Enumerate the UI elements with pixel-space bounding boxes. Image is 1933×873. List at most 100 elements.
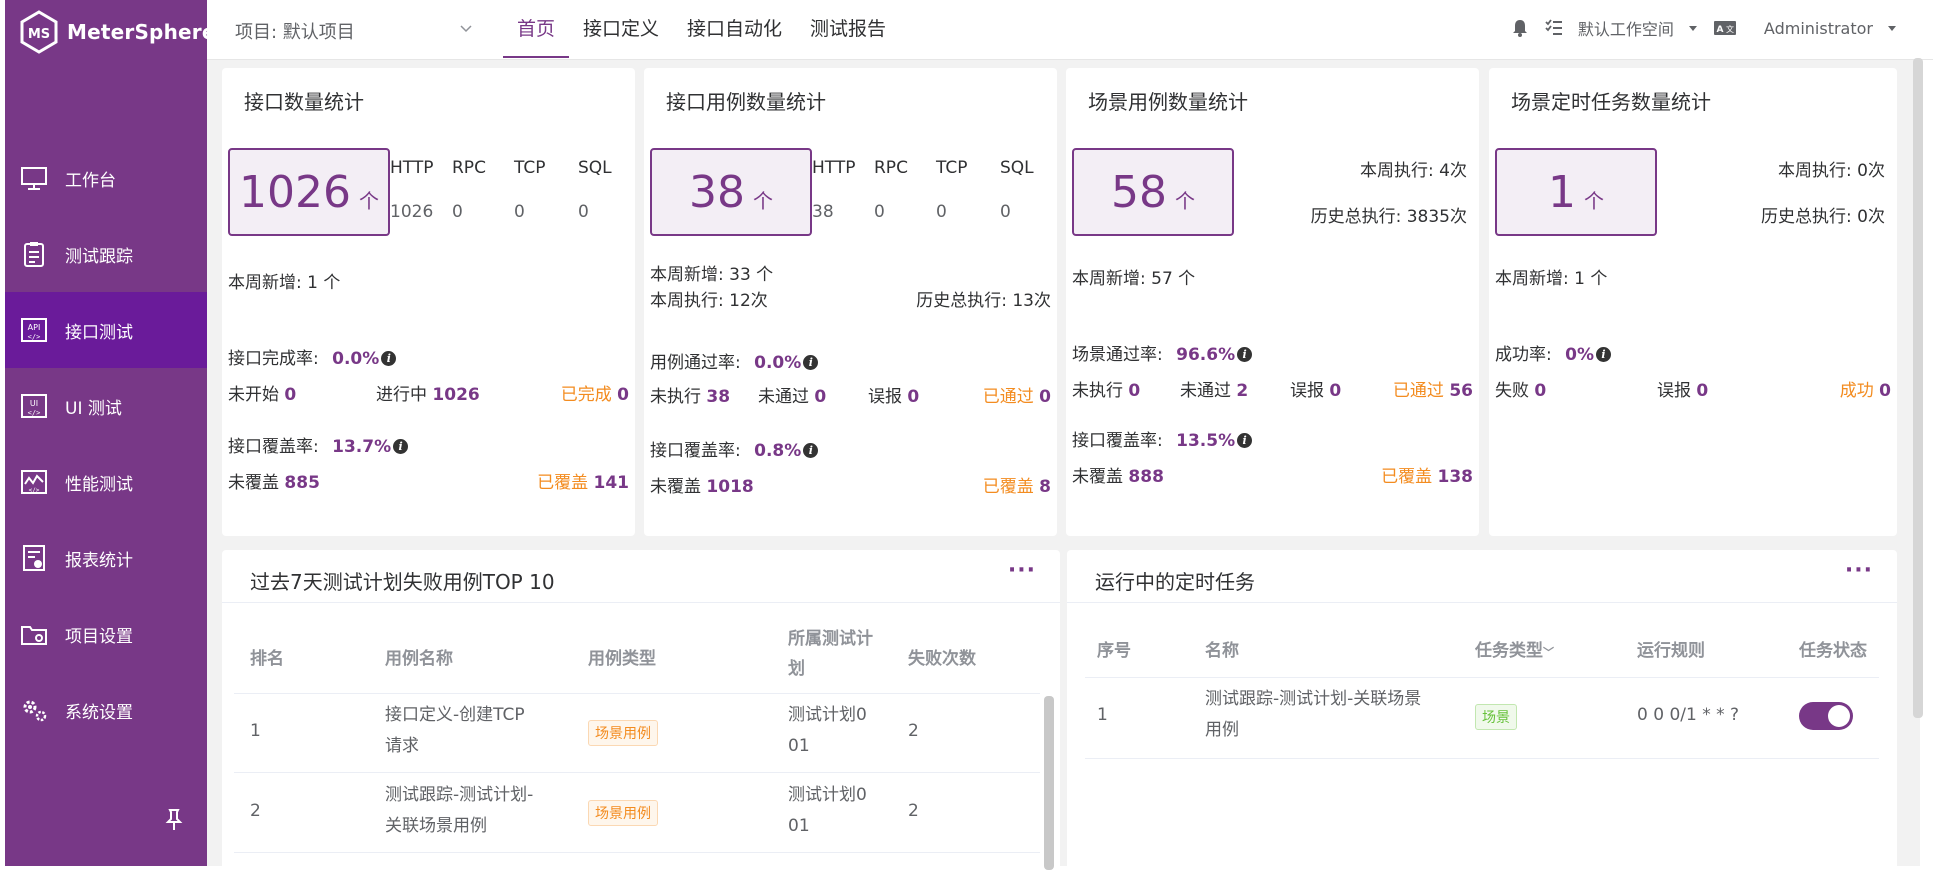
page-scrollbar[interactable] xyxy=(1913,58,1923,718)
column-header-name[interactable]: 名称 xyxy=(1205,636,1239,666)
false-alarm-row: 误报 0 xyxy=(868,387,920,407)
column-header-index[interactable]: 序号 xyxy=(1097,636,1131,666)
history-exec: 历史总执行: 0次 xyxy=(1761,207,1885,227)
app-logo[interactable]: MS MeterSphere xyxy=(19,10,216,54)
svg-text:API: API xyxy=(28,323,41,332)
column-header-case-name[interactable]: 用例名称 xyxy=(385,644,453,674)
performance-icon: </> xyxy=(19,467,49,497)
coverage-rate-value: 13.7% xyxy=(332,437,392,457)
card-title: 接口数量统计 xyxy=(244,90,364,114)
column-header-plan[interactable]: 所属测试计划 xyxy=(788,624,888,684)
svg-text:</>: </> xyxy=(29,487,40,494)
gear-icon xyxy=(19,695,49,725)
sidebar-item-workbench[interactable]: 工作台 xyxy=(5,140,207,216)
info-icon[interactable]: i xyxy=(393,439,409,454)
protocol-sql-value: 0 xyxy=(1000,202,1011,222)
info-icon[interactable]: i xyxy=(381,351,397,366)
case-name-cell-line2[interactable]: 请求 xyxy=(385,731,419,761)
sidebar-item-label: UI 测试 xyxy=(65,398,122,419)
coverage-rate-row: 接口覆盖率: 13.7% i xyxy=(228,432,409,457)
in-progress-row: 进行中 1026 xyxy=(376,385,480,405)
caret-down-icon xyxy=(1688,26,1697,31)
plan-cell: 测试计划0 xyxy=(788,705,867,725)
tab-test-report[interactable]: 测试报告 xyxy=(796,0,900,58)
user-menu[interactable]: Administrator xyxy=(1764,19,1873,38)
running-schedules-panel: 运行中的定时任务 ··· 序号 名称 任务类型﹀ 运行规则 任务状态 1 测试跟… xyxy=(1067,550,1897,870)
row-divider xyxy=(234,693,1040,694)
task-type-tag: 场景 xyxy=(1475,704,1517,730)
case-name-cell[interactable]: 测试跟踪-测试计划- xyxy=(385,780,533,810)
plan-cell: 测试计划0 xyxy=(788,785,867,805)
column-header-case-type[interactable]: 用例类型 xyxy=(588,644,656,674)
api-total-box[interactable]: 1026 个 xyxy=(228,148,390,236)
week-new: 本周新增: 57 个 xyxy=(1072,269,1196,289)
protocol-http-value: 1026 xyxy=(390,202,434,222)
sidebar-item-ui-test[interactable]: UI </> UI 测试 xyxy=(5,368,207,444)
sidebar-item-label: 系统设置 xyxy=(65,702,133,723)
schedule-total: 1 xyxy=(1548,166,1576,218)
scenario-total-box[interactable]: 58 个 xyxy=(1072,148,1234,236)
workspace-select[interactable]: 默认工作空间 xyxy=(1578,16,1674,40)
unit-label: 个 xyxy=(1175,188,1195,213)
success-rate-row: 成功率: 0% i xyxy=(1495,340,1612,365)
info-icon[interactable]: i xyxy=(1237,347,1253,362)
column-header-rule[interactable]: 运行规则 xyxy=(1637,636,1705,666)
case-name-cell-line2[interactable]: 关联场景用例 xyxy=(385,811,487,841)
column-header-task-type[interactable]: 任务类型﹀ xyxy=(1475,636,1554,668)
coverage-rate-row: 接口覆盖率: 0.8% i xyxy=(650,436,819,461)
failed-row: 未通过 2 xyxy=(1180,381,1249,401)
protocol-http-value: 38 xyxy=(812,202,834,222)
sidebar-item-performance[interactable]: </> 性能测试 xyxy=(5,444,207,520)
column-header-status[interactable]: 任务状态 xyxy=(1799,636,1867,666)
schedule-total-box[interactable]: 1 个 xyxy=(1495,148,1657,236)
row-divider xyxy=(1085,677,1879,678)
name-cell[interactable]: 测试跟踪-测试计划-关联场景 xyxy=(1205,684,1421,714)
more-icon[interactable]: ··· xyxy=(1008,558,1036,583)
sidebar-item-project-settings[interactable]: 项目设置 xyxy=(5,596,207,672)
uncovered-row: 未覆盖 1018 xyxy=(650,477,754,497)
info-icon[interactable]: i xyxy=(803,355,819,370)
svg-text:A: A xyxy=(1716,25,1723,35)
column-header-rank[interactable]: 排名 xyxy=(250,644,284,674)
sidebar-item-label: 性能测试 xyxy=(65,474,133,495)
api-icon: API </> xyxy=(19,315,49,345)
case-type-tag: 场景用例 xyxy=(588,720,658,746)
sidebar-item-report[interactable]: 报表统计 xyxy=(5,520,207,596)
panel-title: 过去7天测试计划失败用例TOP 10 xyxy=(250,570,555,594)
sidebar-item-test-track[interactable]: 测试跟踪 xyxy=(5,216,207,292)
api-total: 1026 xyxy=(239,166,351,218)
tab-home[interactable]: 首页 xyxy=(503,0,570,58)
svg-text:文: 文 xyxy=(1726,24,1734,34)
panel-title: 运行中的定时任务 xyxy=(1095,570,1255,594)
protocol-sql-label: SQL xyxy=(578,158,612,178)
table-scrollbar[interactable] xyxy=(1044,696,1054,870)
sidebar-item-system-settings[interactable]: 系统设置 xyxy=(5,672,207,748)
fail-row: 失败 0 xyxy=(1495,381,1547,401)
failed-row: 未通过 0 xyxy=(758,387,827,407)
language-icon[interactable]: A文 xyxy=(1712,18,1738,38)
tab-api-definition[interactable]: 接口定义 xyxy=(569,0,673,58)
covered-row: 已覆盖 8 xyxy=(982,477,1051,497)
case-total-box[interactable]: 38 个 xyxy=(650,148,812,236)
bell-icon[interactable] xyxy=(1510,18,1530,38)
info-icon[interactable]: i xyxy=(1596,347,1612,362)
main-content: 接口数量统计 1026 个 HTTP RPC TCP SQL 1026 0 0 … xyxy=(207,60,1920,870)
task-status-toggle[interactable] xyxy=(1799,702,1853,730)
coverage-rate-value: 13.5% xyxy=(1176,431,1236,451)
filter-arrow-icon[interactable]: ﹀ xyxy=(1543,646,1554,659)
coverage-rate-value: 0.8% xyxy=(754,441,802,461)
info-icon[interactable]: i xyxy=(803,443,819,458)
case-name-cell[interactable]: 接口定义-创建TCP xyxy=(385,700,525,730)
metersphere-logo-icon: MS xyxy=(20,10,58,54)
app-name: MeterSphere xyxy=(67,20,216,44)
column-header-fail-count[interactable]: 失败次数 xyxy=(908,644,976,674)
more-icon[interactable]: ··· xyxy=(1845,558,1873,583)
name-cell-line2[interactable]: 用例 xyxy=(1205,715,1239,745)
info-icon[interactable]: i xyxy=(1237,433,1253,448)
tab-api-automation[interactable]: 接口自动化 xyxy=(673,0,796,58)
sidebar-item-api-test[interactable]: API </> 接口测试 xyxy=(5,292,207,368)
week-exec: 本周执行: 4次 xyxy=(1360,161,1467,181)
pin-icon[interactable] xyxy=(163,808,185,832)
project-select[interactable]: 项目: 默认项目 xyxy=(235,18,485,44)
task-list-icon[interactable] xyxy=(1544,18,1564,38)
